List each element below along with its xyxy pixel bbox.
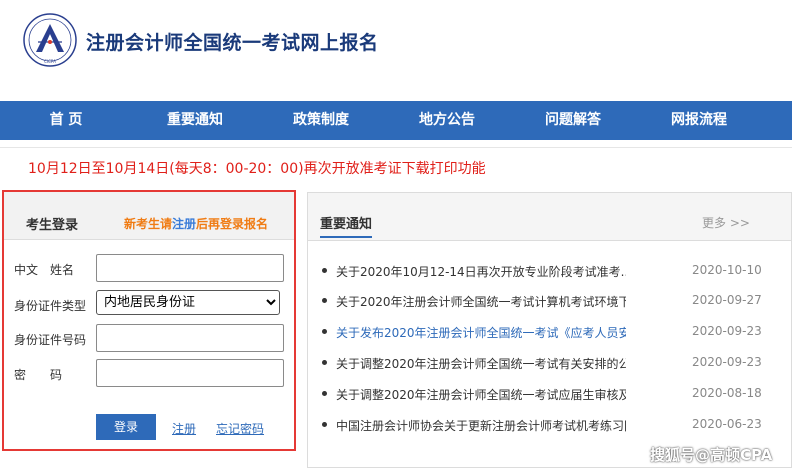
news-header: 重要通知 更多 >>	[308, 193, 791, 241]
news-link[interactable]: 关于发布2020年注册会计师全国统一考试《应考人员安全承...	[336, 324, 626, 341]
news-link[interactable]: 关于2020年10月12-14日再次开放专业阶段考试准考...	[336, 263, 626, 280]
news-link[interactable]: 关于2020年注册会计师全国统一考试计算机考试环境下故障...	[336, 293, 626, 310]
nav-item-local-announcements[interactable]: 地方公告	[384, 101, 510, 140]
cicpa-emblem-icon: CICPA	[22, 12, 78, 68]
name-input[interactable]	[96, 254, 284, 282]
news-link[interactable]: 关于调整2020年注册会计师全国统一考试有关安排的公告	[336, 355, 626, 372]
main-nav: 首 页 重要通知 政策制度 地方公告 问题解答 网报流程	[0, 101, 792, 140]
scrolling-notice[interactable]: 10月12日至10月14日(每天8：00-20：00)再次开放准考证下载打印功能	[28, 158, 486, 178]
svg-text:CICPA: CICPA	[44, 59, 56, 64]
id-number-input[interactable]	[96, 324, 284, 352]
bullet-icon	[322, 391, 327, 396]
news-item: 中国注册会计师协会关于更新注册会计师考试机考练习网站的公... 2020-06-…	[322, 415, 782, 435]
news-date: 2020-09-27	[692, 293, 762, 307]
login-title: 考生登录	[26, 218, 79, 233]
watermark: 搜狐号@高顿CPA	[650, 446, 773, 464]
news-date: 2020-08-18	[692, 386, 762, 400]
news-item: 关于发布2020年注册会计师全国统一考试《应考人员安全承... 2020-09-…	[322, 322, 782, 342]
name-label: 中文 姓名	[14, 263, 75, 277]
news-item: 关于调整2020年注册会计师全国统一考试应届生审核及准考... 2020-08-…	[322, 384, 782, 404]
password-label: 密 码	[14, 368, 63, 382]
id-number-label: 身份证件号码	[14, 333, 87, 347]
register-hint: 新考生请注册后再登录报名	[124, 215, 268, 232]
nav-item-home[interactable]: 首 页	[0, 101, 132, 140]
news-date: 2020-06-23	[692, 417, 762, 431]
news-link[interactable]: 中国注册会计师协会关于更新注册会计师考试机考练习网站的公...	[336, 417, 626, 434]
register-link[interactable]: 注册	[172, 420, 196, 437]
news-date: 2020-09-23	[692, 355, 762, 369]
login-button[interactable]: 登录	[96, 414, 156, 440]
login-header: 考生登录 新考生请注册后再登录报名	[4, 192, 294, 240]
page-header: CICPA 注册会计师全国统一考试网上报名	[0, 0, 792, 100]
bullet-icon	[322, 329, 327, 334]
id-type-label: 身份证件类型	[14, 299, 87, 313]
news-item: 关于2020年10月12-14日再次开放专业阶段考试准考... 2020-10-…	[322, 261, 782, 281]
news-date: 2020-09-23	[692, 324, 762, 338]
id-type-row: 身份证件类型 内地居民身份证	[4, 290, 294, 318]
nav-item-registration-process[interactable]: 网报流程	[636, 101, 762, 140]
name-row: 中文 姓名	[4, 254, 294, 282]
news-date: 2020-10-10	[692, 263, 762, 277]
register-hint-link[interactable]: 注册	[172, 217, 196, 231]
bullet-icon	[322, 422, 327, 427]
password-input[interactable]	[96, 359, 284, 387]
news-title: 重要通知	[320, 213, 373, 238]
nav-item-faq[interactable]: 问题解答	[510, 101, 636, 140]
forgot-password-link[interactable]: 忘记密码	[216, 420, 264, 437]
id-number-row: 身份证件号码	[4, 324, 294, 352]
news-item: 关于2020年注册会计师全国统一考试计算机考试环境下故障... 2020-09-…	[322, 291, 782, 311]
news-item: 关于调整2020年注册会计师全国统一考试有关安排的公告 2020-09-23	[322, 353, 782, 373]
nav-item-policies[interactable]: 政策制度	[258, 101, 384, 140]
bullet-icon	[322, 268, 327, 273]
id-type-select[interactable]: 内地居民身份证	[96, 290, 280, 315]
news-link[interactable]: 关于调整2020年注册会计师全国统一考试应届生审核及准考...	[336, 386, 626, 403]
bullet-icon	[322, 360, 327, 365]
login-panel: 考生登录 新考生请注册后再登录报名 中文 姓名 身份证件类型 内地居民身份证 身…	[2, 190, 296, 451]
site-title: 注册会计师全国统一考试网上报名	[86, 32, 379, 54]
important-notices-panel: 重要通知 更多 >> 关于2020年10月12-14日再次开放专业阶段考试准考.…	[307, 192, 792, 468]
register-hint-prefix: 新考生请	[124, 217, 173, 231]
more-link[interactable]: 更多 >>	[702, 214, 750, 231]
nav-item-important-notices[interactable]: 重要通知	[132, 101, 258, 140]
register-hint-suffix: 后再登录报名	[196, 217, 269, 231]
notice-divider	[0, 147, 792, 148]
password-row: 密 码	[4, 359, 294, 387]
bullet-icon	[322, 298, 327, 303]
